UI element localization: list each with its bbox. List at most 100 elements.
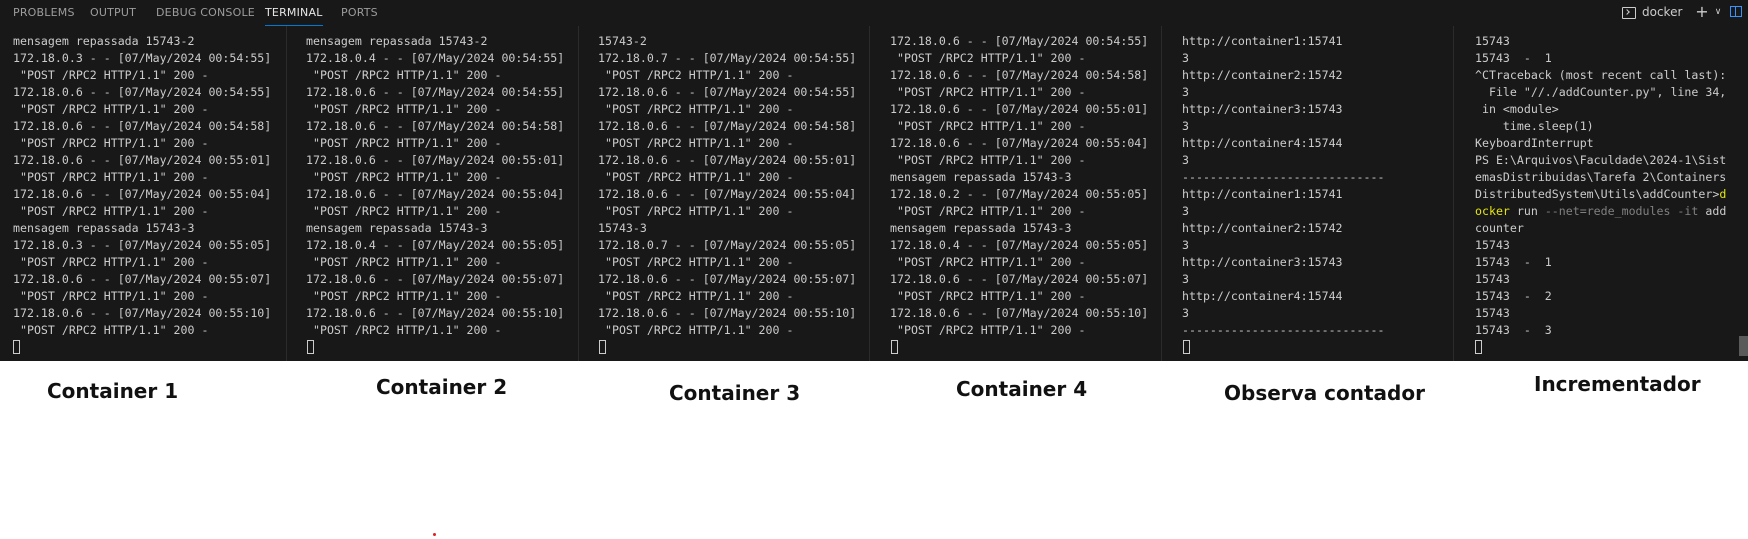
terminal-panel: PROBLEMS OUTPUT DEBUG CONSOLE TERMINAL P…	[0, 0, 1748, 361]
scrollbar-thumb[interactable]	[1739, 336, 1748, 356]
terminal-line: "POST /RPC2 HTTP/1.1" 200 -	[890, 118, 1148, 135]
terminal-text: 172.18.0.2 - - [07/May/2024 00:55:05]	[890, 187, 1149, 201]
terminal-line: 3	[1182, 118, 1384, 135]
plus-icon[interactable]: +	[1694, 4, 1710, 20]
terminal-line: 3	[1182, 152, 1384, 169]
terminal-text: "POST /RPC2 HTTP/1.1" 200 -	[598, 255, 794, 269]
caption-container-1: Container 1	[47, 379, 179, 403]
terminal-line: in <module>	[1475, 101, 1726, 118]
terminal-text: http://container1:15741	[1182, 187, 1343, 201]
terminal-line: 3	[1182, 203, 1384, 220]
terminal-line: "POST /RPC2 HTTP/1.1" 200 -	[890, 254, 1148, 271]
terminal-line: 172.18.0.6 - - [07/May/2024 00:54:55]	[13, 84, 271, 101]
terminal-selector[interactable]: docker	[1642, 0, 1682, 24]
terminal-pane-2[interactable]: mensagem repassada 15743-2 172.18.0.4 - -…	[286, 26, 579, 361]
terminal-line: "POST /RPC2 HTTP/1.1" 200 -	[598, 67, 856, 84]
terminal-line: 15743	[1475, 305, 1726, 322]
terminal-text: "POST /RPC2 HTTP/1.1" 200 -	[306, 102, 502, 116]
terminal-line: PS E:\Arquivos\Faculdade\2024-1\Sist	[1475, 152, 1726, 169]
terminal-text: http://container2:15742	[1182, 221, 1343, 235]
tab-ports[interactable]: PORTS	[341, 0, 378, 26]
terminal-line: KeyboardInterrupt	[1475, 135, 1726, 152]
terminal-line: "POST /RPC2 HTTP/1.1" 200 -	[13, 169, 271, 186]
terminal-text: "POST /RPC2 HTTP/1.1" 200 -	[306, 255, 502, 269]
chevron-down-icon[interactable]: ∨	[1712, 5, 1724, 19]
terminal-line: 172.18.0.4 - - [07/May/2024 00:55:05]	[890, 237, 1148, 254]
terminal-line: mensagem repassada 15743-3	[13, 220, 271, 237]
terminal-line: "POST /RPC2 HTTP/1.1" 200 -	[890, 203, 1148, 220]
terminal-line: 15743	[1475, 237, 1726, 254]
terminal-line: "POST /RPC2 HTTP/1.1" 200 -	[13, 67, 271, 84]
terminal-actions: docker + ∨	[1608, 0, 1748, 26]
terminal-pane-1[interactable]: mensagem repassada 15743-2 172.18.0.3 - -…	[0, 26, 286, 361]
terminal-line: 172.18.0.7 - - [07/May/2024 00:54:55]	[598, 50, 856, 67]
caption-container-4: Container 4	[956, 377, 1088, 401]
terminal-line: 172.18.0.6 - - [07/May/2024 00:55:01]	[598, 152, 856, 169]
terminal-line: 172.18.0.2 - - [07/May/2024 00:55:05]	[890, 186, 1148, 203]
terminal-text: "POST /RPC2 HTTP/1.1" 200 -	[13, 323, 209, 337]
panel-tab-bar: PROBLEMS OUTPUT DEBUG CONSOLE TERMINAL P…	[0, 0, 1748, 26]
terminal-text: http://container1:15741	[1182, 34, 1343, 48]
terminal-text: "POST /RPC2 HTTP/1.1" 200 -	[890, 289, 1086, 303]
terminal-line: 172.18.0.6 - - [07/May/2024 00:55:04]	[306, 186, 564, 203]
red-dot-mark	[433, 533, 436, 536]
terminal-text: "POST /RPC2 HTTP/1.1" 200 -	[598, 289, 794, 303]
terminal-line: http://container1:15741	[1182, 33, 1384, 50]
terminal-line: "POST /RPC2 HTTP/1.1" 200 -	[13, 101, 271, 118]
terminal-line: 172.18.0.6 - - [07/May/2024 00:54:58]	[890, 67, 1148, 84]
terminal-line: http://container2:15742	[1182, 67, 1384, 84]
terminal-line: mensagem repassada 15743-3	[306, 220, 564, 237]
terminal-pane-6[interactable]: 15743 15743 - 1 ^CTraceback (most recent c…	[1453, 26, 1748, 361]
terminal-line: 172.18.0.6 - - [07/May/2024 00:55:10]	[13, 305, 271, 322]
terminal-text: "POST /RPC2 HTTP/1.1" 200 -	[306, 68, 502, 82]
terminal-text: 172.18.0.7 - - [07/May/2024 00:55:05]	[598, 238, 857, 252]
terminal-text: "POST /RPC2 HTTP/1.1" 200 -	[13, 102, 209, 116]
terminal-line: "POST /RPC2 HTTP/1.1" 200 -	[598, 322, 856, 339]
layout-icon[interactable]	[1730, 6, 1742, 17]
terminal-text: 172.18.0.6 - - [07/May/2024 00:55:04]	[13, 187, 272, 201]
tab-terminal[interactable]: TERMINAL	[265, 0, 323, 26]
terminal-text: 172.18.0.6 - - [07/May/2024 00:55:04]	[598, 187, 857, 201]
terminal-output: http://container1:15741 3 http://container…	[1182, 33, 1384, 339]
terminal-line: "POST /RPC2 HTTP/1.1" 200 -	[13, 203, 271, 220]
terminal-pane-4[interactable]: 172.18.0.6 - - [07/May/2024 00:54:55] "P…	[869, 26, 1162, 361]
terminal-text: 172.18.0.7 - - [07/May/2024 00:54:55]	[598, 51, 857, 65]
terminal-line: 172.18.0.6 - - [07/May/2024 00:54:55]	[306, 84, 564, 101]
terminal-line: 172.18.0.6 - - [07/May/2024 00:54:55]	[598, 84, 856, 101]
terminal-text: 172.18.0.6 - - [07/May/2024 00:54:58]	[598, 119, 857, 133]
tab-problems[interactable]: PROBLEMS	[13, 0, 75, 26]
terminal-line: 172.18.0.6 - - [07/May/2024 00:55:01]	[306, 152, 564, 169]
terminal-pane-5[interactable]: http://container1:15741 3 http://container…	[1161, 26, 1454, 361]
terminal-text: "POST /RPC2 HTTP/1.1" 200 -	[890, 255, 1086, 269]
terminal-text: 172.18.0.6 - - [07/May/2024 00:54:58]	[306, 119, 565, 133]
terminal-text: 172.18.0.6 - - [07/May/2024 00:55:01]	[306, 153, 565, 167]
terminal-text: 172.18.0.6 - - [07/May/2024 00:55:01]	[13, 153, 272, 167]
terminal-text: "POST /RPC2 HTTP/1.1" 200 -	[13, 255, 209, 269]
terminal-line: 15743 - 3	[1475, 322, 1726, 339]
caption-incrementador: Incrementador	[1534, 372, 1701, 396]
terminal-line: mensagem repassada 15743-2	[13, 33, 271, 50]
terminal-text: 3	[1182, 51, 1189, 65]
terminal-line: mensagem repassada 15743-2	[306, 33, 564, 50]
terminal-line: ocker run --net=rede_modules -it add	[1475, 203, 1726, 220]
terminal-line: 15743-3	[598, 220, 856, 237]
tab-debug-console[interactable]: DEBUG CONSOLE	[156, 0, 255, 26]
terminal-text: "POST /RPC2 HTTP/1.1" 200 -	[306, 289, 502, 303]
terminal-pane-3[interactable]: 15743-2 172.18.0.7 - - [07/May/2024 00:54…	[578, 26, 870, 361]
terminal-line: "POST /RPC2 HTTP/1.1" 200 -	[306, 203, 564, 220]
terminal-line: "POST /RPC2 HTTP/1.1" 200 -	[598, 135, 856, 152]
terminal-text: 172.18.0.6 - - [07/May/2024 00:54:55]	[598, 85, 857, 99]
terminal-text: in <module>	[1475, 102, 1559, 116]
terminal-line: 172.18.0.4 - - [07/May/2024 00:55:05]	[306, 237, 564, 254]
terminal-line: "POST /RPC2 HTTP/1.1" 200 -	[306, 254, 564, 271]
terminal-cursor	[1475, 340, 1482, 354]
terminal-line: "POST /RPC2 HTTP/1.1" 200 -	[306, 101, 564, 118]
terminal-text: "POST /RPC2 HTTP/1.1" 200 -	[13, 204, 209, 218]
terminal-text: mensagem repassada 15743-3	[890, 221, 1072, 235]
terminal-line: "POST /RPC2 HTTP/1.1" 200 -	[598, 254, 856, 271]
tab-output[interactable]: OUTPUT	[90, 0, 136, 26]
terminal-line: 172.18.0.7 - - [07/May/2024 00:55:05]	[598, 237, 856, 254]
terminal-text: add	[1698, 204, 1727, 218]
terminal-text: 172.18.0.6 - - [07/May/2024 00:55:07]	[13, 272, 272, 286]
terminal-text: -----------------------------	[1182, 323, 1385, 337]
